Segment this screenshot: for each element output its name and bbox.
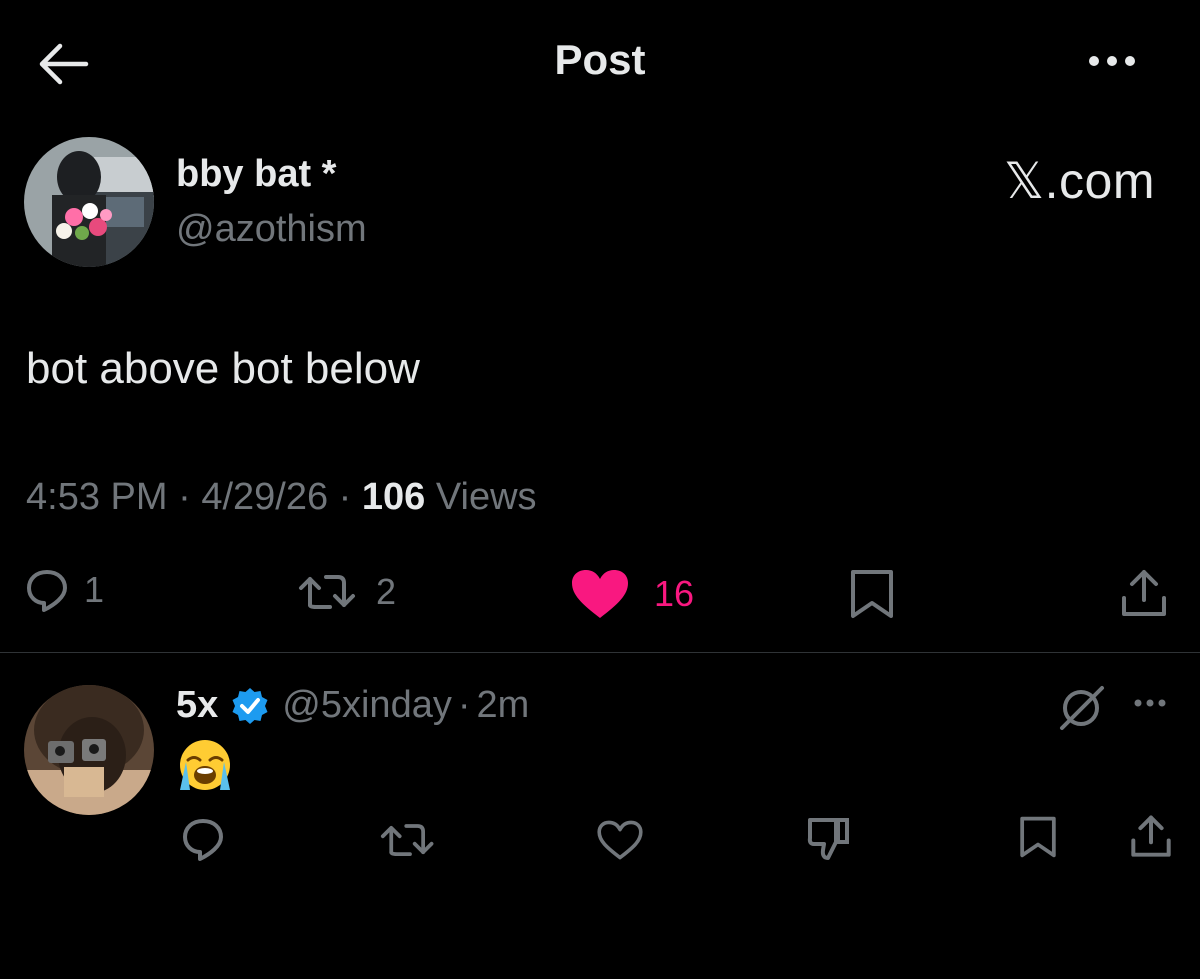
x-com-watermark: 𝕏.com xyxy=(1003,153,1155,209)
heart-filled-icon xyxy=(570,568,630,620)
repost-button[interactable]: 2 xyxy=(298,569,396,615)
grok-icon[interactable] xyxy=(1056,682,1108,734)
meta-separator: · xyxy=(178,476,191,518)
bookmark-icon[interactable] xyxy=(1018,814,1058,860)
post-time: 4:53 PM xyxy=(26,476,168,518)
share-icon[interactable] xyxy=(1118,568,1170,620)
reply-author-avatar[interactable] xyxy=(24,685,154,815)
views-count: 106 xyxy=(361,476,426,518)
meta-separator: · xyxy=(338,476,352,518)
bookmark-icon[interactable] xyxy=(848,568,896,620)
more-options-icon[interactable] xyxy=(1130,693,1170,713)
repost-icon xyxy=(298,569,362,615)
repost-icon[interactable] xyxy=(380,818,440,862)
post-meta: 4:53 PM · 4/29/26 · 106 Views xyxy=(26,476,537,519)
reply-icon xyxy=(24,567,70,613)
like-count: 16 xyxy=(654,573,695,614)
views-label[interactable]: Views xyxy=(436,476,537,518)
author-avatar[interactable] xyxy=(24,137,154,267)
reply-count: 1 xyxy=(84,569,105,610)
like-button[interactable]: 16 xyxy=(570,568,694,620)
repost-count: 2 xyxy=(376,571,397,612)
share-icon[interactable] xyxy=(1128,814,1174,860)
verified-badge-icon xyxy=(230,686,270,726)
reply-button[interactable]: 1 xyxy=(24,567,104,613)
reply-author-handle[interactable]: @5xinday xyxy=(282,684,452,727)
page-title: Post xyxy=(554,36,646,83)
reply-time: 2m xyxy=(476,684,530,726)
reply-icon[interactable] xyxy=(180,816,226,862)
loudly-crying-face-emoji xyxy=(178,738,232,792)
reply-header: 5x @5xinday · 2m xyxy=(176,684,529,727)
divider xyxy=(0,652,1200,653)
post-date: 4/29/26 xyxy=(201,476,329,518)
reply-author-name[interactable]: 5x xyxy=(176,684,218,727)
downvote-icon[interactable] xyxy=(806,814,852,862)
author-name[interactable]: bby bat * xyxy=(176,153,336,196)
more-options-icon[interactable] xyxy=(1082,46,1142,76)
heart-outline-icon[interactable] xyxy=(596,818,644,862)
meta-separator: · xyxy=(457,684,471,726)
author-handle[interactable]: @azothism xyxy=(176,208,367,251)
post-text: bot above bot below xyxy=(26,344,420,393)
